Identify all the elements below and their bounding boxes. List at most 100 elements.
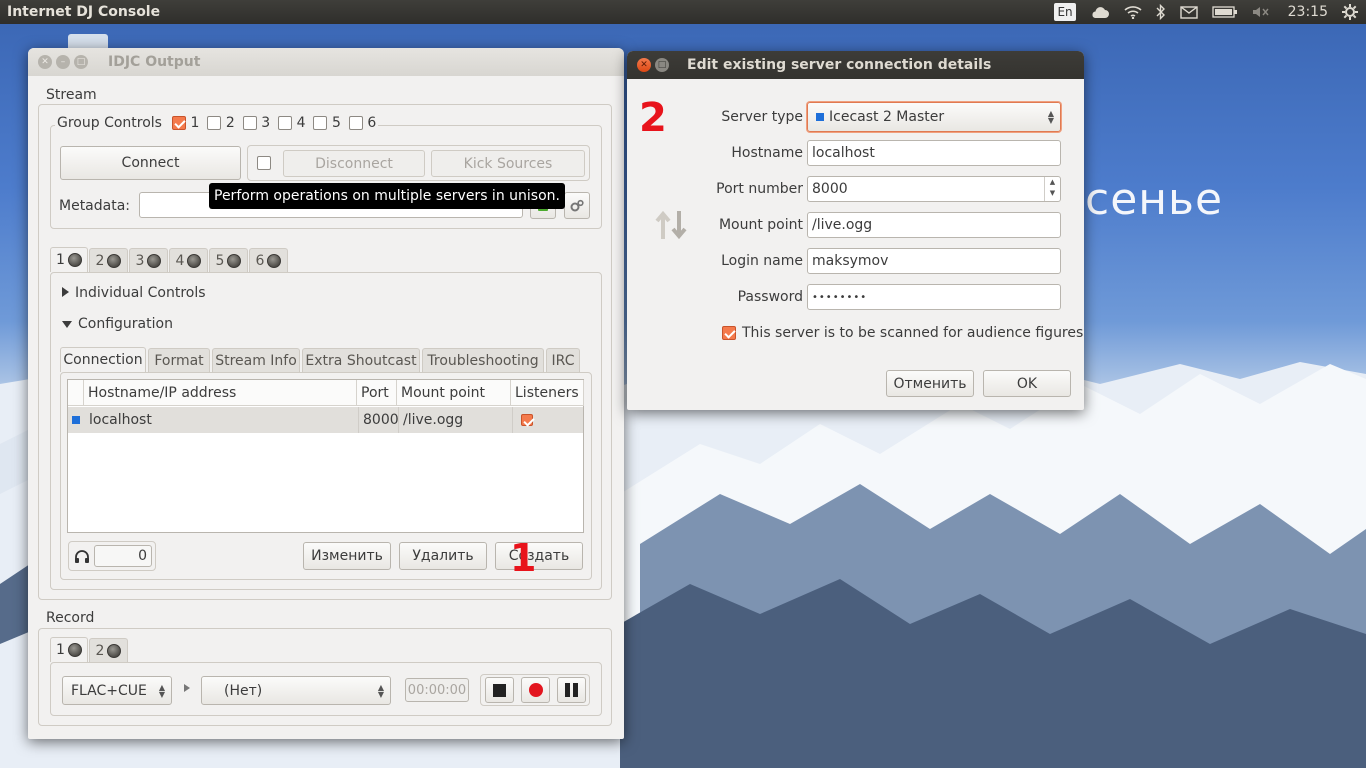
spin-arrows-icon: ▲ ▼ <box>377 682 384 699</box>
create-server-button[interactable]: Создать <box>495 542 583 570</box>
server-status-led-icon <box>107 253 122 268</box>
login-input[interactable]: maksymov <box>807 248 1061 274</box>
connect-button[interactable]: Connect <box>60 146 241 180</box>
server-tab-6[interactable]: 6 <box>249 248 288 272</box>
metadata-label: Metadata: <box>59 198 131 214</box>
record-time-display: 00:00:00 <box>405 678 469 702</box>
record-stop-button[interactable] <box>485 677 514 703</box>
clock[interactable]: 23:15 <box>1288 0 1328 24</box>
headphones-icon <box>75 550 89 563</box>
server-type-label: Server type <box>721 109 803 125</box>
column-header-blank <box>68 380 84 406</box>
individual-controls-expander[interactable]: Individual Controls <box>62 285 206 301</box>
mail-icon[interactable] <box>1179 0 1198 24</box>
minimize-icon[interactable]: – <box>56 55 70 69</box>
gear-icon[interactable] <box>1342 0 1358 24</box>
configuration-expander[interactable]: Configuration <box>62 316 173 332</box>
metadata-settings-button[interactable] <box>564 192 590 219</box>
mount-input[interactable]: /live.ogg <box>807 212 1061 238</box>
password-input[interactable]: •••••••• <box>807 284 1061 310</box>
row-listeners-checkbox[interactable] <box>512 407 585 433</box>
volume-muted-icon[interactable] <box>1252 0 1270 24</box>
server-table[interactable]: Hostname/IP address Port Mount point Lis… <box>67 379 584 533</box>
column-header-mount[interactable]: Mount point <box>397 380 511 406</box>
server-tab-5[interactable]: 5 <box>209 248 248 272</box>
wifi-icon[interactable] <box>1124 0 1142 24</box>
scan-audience-label: This server is to be scanned for audienc… <box>742 325 1084 341</box>
group-check-6[interactable]: 6 <box>348 115 376 131</box>
spin-arrows-icon: ▲ ▼ <box>1047 109 1054 125</box>
tab-stream-info[interactable]: Stream Info <box>212 348 300 372</box>
server-status-led-icon <box>227 253 242 268</box>
desktop-wallpaper-text: сенье <box>1085 174 1224 225</box>
record-tab-2[interactable]: 2 <box>89 638 128 662</box>
icecast-square-icon <box>816 113 824 121</box>
keyboard-layout-indicator[interactable]: En <box>1054 3 1076 21</box>
port-stepper[interactable]: ▲ ▼ <box>1044 177 1060 201</box>
column-header-port[interactable]: Port <box>357 380 397 406</box>
column-header-hostname[interactable]: Hostname/IP address <box>84 380 357 406</box>
record-pause-button[interactable] <box>557 677 586 703</box>
stream-label: Stream <box>44 87 99 103</box>
cloud-icon[interactable] <box>1090 0 1110 24</box>
edit-server-button[interactable]: Изменить <box>303 542 391 570</box>
record-source-select[interactable]: (Нет) ▲ ▼ <box>201 676 391 705</box>
record-status-led-icon <box>107 643 122 658</box>
table-row[interactable]: localhost 8000 /live.ogg <box>68 407 583 433</box>
record-start-button[interactable] <box>521 677 550 703</box>
server-tab-2[interactable]: 2 <box>89 248 128 272</box>
idjc-output-window: ✕ – □ IDJC Output Stream Group Controls … <box>28 48 624 739</box>
server-type-select[interactable]: Icecast 2 Master ▲ ▼ <box>807 102 1061 132</box>
kick-sources-button[interactable]: Kick Sources <box>431 150 585 177</box>
group-check-1[interactable]: 1 <box>171 115 199 131</box>
stop-icon <box>493 683 506 697</box>
tab-irc[interactable]: IRC <box>546 348 580 372</box>
delete-server-button[interactable]: Удалить <box>399 542 487 570</box>
output-window-title: IDJC Output <box>108 54 201 70</box>
output-window-titlebar[interactable]: ✕ – □ IDJC Output <box>28 48 624 76</box>
mount-label: Mount point <box>718 217 803 233</box>
group-check-3[interactable]: 3 <box>242 115 270 131</box>
server-tab-4[interactable]: 4 <box>169 248 208 272</box>
group-check-5[interactable]: 5 <box>313 115 341 131</box>
play-arrow-icon <box>184 684 190 692</box>
cancel-button[interactable]: Отменить <box>886 370 974 397</box>
group-check-4[interactable]: 4 <box>278 115 305 131</box>
close-icon[interactable]: ✕ <box>38 55 52 69</box>
maximize-icon[interactable]: □ <box>655 58 669 72</box>
maximize-icon[interactable]: □ <box>74 55 88 69</box>
server-tab-1[interactable]: 1 <box>50 247 88 272</box>
row-hostname: localhost <box>89 412 152 428</box>
record-icon <box>528 683 543 697</box>
disconnect-button[interactable]: Disconnect <box>283 150 425 177</box>
column-header-listeners[interactable]: Listeners <box>511 380 584 406</box>
hostname-input[interactable]: localhost <box>807 140 1061 166</box>
spin-arrows-icon: ▲ ▼ <box>158 682 165 699</box>
server-tab-3[interactable]: 3 <box>129 248 168 272</box>
record-format-select[interactable]: FLAC+CUE ▲ ▼ <box>62 676 172 705</box>
dialog-titlebar[interactable]: ✕ □ Edit existing server connection deta… <box>627 51 1084 79</box>
annotation-number-1: 1 <box>510 536 537 580</box>
tab-connection[interactable]: Connection <box>60 347 146 372</box>
port-label: Port number <box>716 181 803 197</box>
tab-format[interactable]: Format <box>148 348 210 372</box>
dialog-title: Edit existing server connection details <box>687 57 992 73</box>
battery-icon[interactable] <box>1211 0 1238 24</box>
scan-audience-checkbox[interactable] <box>722 326 736 340</box>
ok-button[interactable]: OK <box>983 370 1071 397</box>
record-label: Record <box>44 610 97 626</box>
system-tray: En 23:15 <box>1054 0 1358 24</box>
bluetooth-icon[interactable] <box>1156 0 1166 24</box>
tab-troubleshooting[interactable]: Troubleshooting <box>422 348 544 372</box>
disconnect-enable-checkbox[interactable] <box>257 156 271 170</box>
scan-audience-checkbox-row[interactable]: This server is to be scanned for audienc… <box>722 325 1083 341</box>
pause-icon <box>565 683 578 697</box>
listener-count-display: 0 <box>94 545 152 567</box>
expander-right-icon <box>62 287 69 297</box>
record-status-led-icon <box>67 643 82 657</box>
tab-extra-shoutcast[interactable]: Extra Shoutcast <box>302 348 420 372</box>
record-tab-1[interactable]: 1 <box>50 637 88 662</box>
group-check-2[interactable]: 2 <box>207 115 235 131</box>
close-icon[interactable]: ✕ <box>637 58 651 72</box>
port-input[interactable]: 8000 ▲ ▼ <box>807 176 1061 202</box>
